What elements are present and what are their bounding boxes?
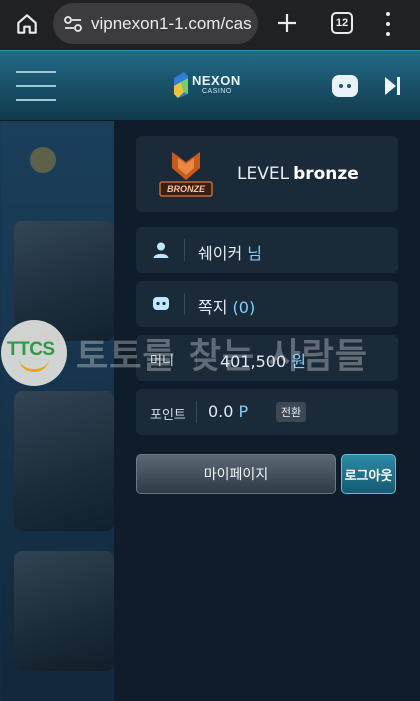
watermark-text: 토토를 찾는 사람들 <box>76 337 368 377</box>
smile-icon <box>19 358 49 372</box>
level-text: LEVEL bronze <box>237 164 359 184</box>
user-name-text: 쉐이커 님 <box>198 240 262 264</box>
site-settings-icon[interactable] <box>63 15 83 33</box>
user-suffix: 님 <box>247 244 262 263</box>
divider <box>196 401 197 423</box>
divider <box>184 239 185 261</box>
messages-label: 쪽지 <box>198 298 228 317</box>
address-bar[interactable]: vipnexon1-1.com/cas <box>53 3 258 44</box>
home-icon[interactable] <box>14 11 40 37</box>
game-thumbnail <box>14 551 114 671</box>
mypage-button[interactable]: 마이페이지 <box>136 454 336 494</box>
point-value-text: 0.0 P <box>208 402 248 421</box>
user-name: 쉐이커 <box>198 244 243 263</box>
close-panel-icon[interactable] <box>384 76 402 96</box>
point-row: 포인트 0.0 P 전환 <box>136 389 398 435</box>
convert-button[interactable]: 전환 <box>276 402 306 422</box>
more-menu-icon[interactable] <box>385 12 391 36</box>
logout-button[interactable]: 로그아웃 <box>341 454 396 494</box>
divider <box>184 293 185 315</box>
level-card: BRONZE LEVEL bronze <box>136 136 398 212</box>
site-logo[interactable]: NEXON CASINO <box>172 70 246 102</box>
chat-icon[interactable] <box>332 75 358 97</box>
background-content <box>0 121 114 701</box>
hamburger-menu-icon[interactable] <box>16 71 56 101</box>
messages-text: 쪽지 (0) <box>198 294 255 318</box>
message-icon <box>153 297 169 310</box>
point-value: 0.0 <box>208 402 234 421</box>
messages-row[interactable]: 쪽지 (0) <box>136 281 398 327</box>
tab-switcher-button[interactable]: 12 <box>331 12 353 34</box>
logo-subtext: CASINO <box>202 88 232 95</box>
url-text: vipnexon1-1.com/cas <box>91 13 252 33</box>
watermark-logo: TTCS <box>1 320 67 386</box>
level-value: bronze <box>293 164 359 184</box>
logo-text: NEXON <box>192 73 241 88</box>
point-label: 포인트 <box>150 408 186 423</box>
site-header: NEXON CASINO <box>0 50 420 120</box>
user-row: 쉐이커 님 <box>136 227 398 273</box>
level-prefix: LEVEL <box>237 164 290 184</box>
bronze-badge: BRONZE <box>158 150 214 200</box>
new-tab-icon[interactable] <box>275 11 299 35</box>
coin-icon <box>30 147 56 173</box>
user-panel: BRONZE LEVEL bronze 쉐이커 님 쪽지 (0) 머니 401,… <box>114 121 420 701</box>
nexon-logo-mark-icon <box>174 72 188 98</box>
browser-toolbar: vipnexon1-1.com/cas 12 <box>0 0 420 50</box>
user-icon <box>153 242 169 258</box>
game-thumbnail <box>14 391 114 531</box>
badge-text: BRONZE <box>167 184 205 194</box>
messages-count: (0) <box>232 298 256 317</box>
point-unit: P <box>238 402 249 421</box>
